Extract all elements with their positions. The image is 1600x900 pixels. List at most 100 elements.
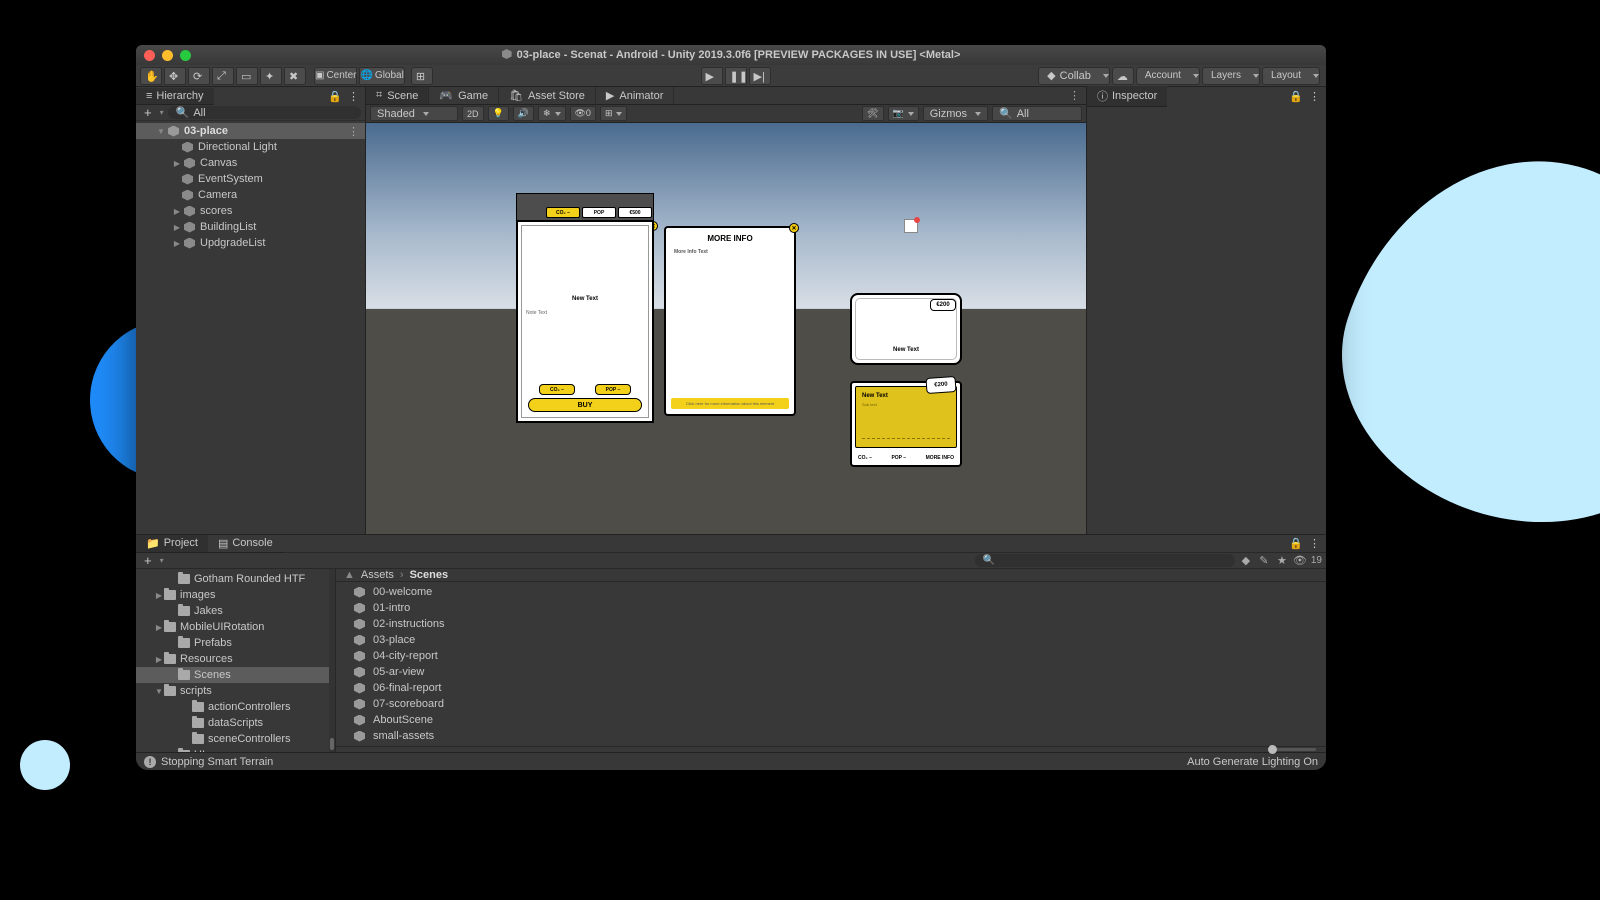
rotate-tool[interactable]: ⟳ <box>188 67 210 85</box>
tab-scene[interactable]: ⌗Scene <box>366 87 429 104</box>
tab-project[interactable]: 📁Project <box>136 535 208 553</box>
hierarchy-tab[interactable]: ≡Hierarchy <box>136 88 214 105</box>
project-search[interactable]: 🔍 <box>975 554 1235 567</box>
account-dropdown[interactable]: Account <box>1136 67 1200 85</box>
panel-menu-icon[interactable]: ⋮ <box>1309 537 1320 550</box>
hierarchy-item[interactable]: ▶UpdgradeList <box>136 235 365 251</box>
scene-root[interactable]: ▼ 03-place ⋮ <box>136 123 365 139</box>
asset-row[interactable]: 02-instructions <box>336 616 1326 632</box>
collab-dropdown[interactable]: ◆Collab <box>1038 67 1110 85</box>
folder-row[interactable]: ▶images <box>136 587 335 603</box>
scene-search[interactable]: 🔍All <box>992 106 1082 121</box>
toggle-audio-icon[interactable]: 🔊 <box>513 106 534 121</box>
panel-menu-icon[interactable]: ⋮ <box>1309 90 1320 103</box>
tab-game[interactable]: 🎮Game <box>429 87 499 104</box>
transform-tool[interactable]: ✦ <box>260 67 282 85</box>
step-button[interactable]: ▶| <box>749 67 771 85</box>
hierarchy-item[interactable]: ▶scores <box>136 203 365 219</box>
hierarchy-item[interactable]: EventSystem <box>136 171 365 187</box>
close-badge-icon[interactable]: ✕ <box>789 223 799 233</box>
layout-dropdown[interactable]: Layout <box>1262 67 1320 85</box>
scale-tool[interactable]: ⤢ <box>212 67 234 85</box>
hand-tool[interactable]: ✋ <box>140 67 162 85</box>
asset-row[interactable]: 01-intro <box>336 600 1326 616</box>
camera-gizmo-icon[interactable] <box>904 219 918 233</box>
hierarchy-search[interactable]: 🔍All <box>168 106 361 119</box>
folder-row[interactable]: Gotham Rounded HTF <box>136 571 335 587</box>
hierarchy-tree[interactable]: ▼ 03-place ⋮ Directional Light ▶Canvas E… <box>136 121 365 534</box>
cloud-button[interactable]: ☁ <box>1112 67 1134 85</box>
breadcrumb[interactable]: ▲ Assets › Scenes <box>336 569 1326 582</box>
warning-icon[interactable]: ! <box>144 756 156 768</box>
shop-tab[interactable]: €500 <box>618 207 652 218</box>
hierarchy-item[interactable]: ▶BuildingList <box>136 219 365 235</box>
inspector-tab[interactable]: ⓘInspector <box>1087 86 1167 107</box>
rect-tool[interactable]: ▭ <box>236 67 258 85</box>
info-bar[interactable]: Click here for more information about th… <box>671 398 789 409</box>
lock-icon[interactable]: 🔒 <box>328 90 342 103</box>
folder-row[interactable]: sceneControllers <box>136 731 335 747</box>
crumb-leaf[interactable]: Scenes <box>410 569 449 581</box>
folder-row[interactable]: Prefabs <box>136 635 335 651</box>
draw-mode-dropdown[interactable]: Shaded <box>370 106 458 121</box>
add-button[interactable]: + <box>140 553 156 568</box>
gizmos-dropdown[interactable]: Gizmos <box>923 106 988 121</box>
stat-chip[interactable]: POP – <box>595 384 631 395</box>
pause-button[interactable]: ❚❚ <box>725 67 747 85</box>
tab-asset-store[interactable]: 🛍Asset Store <box>499 87 596 104</box>
shop-tab[interactable]: CO₂ – <box>546 207 580 218</box>
crumb-root[interactable]: Assets <box>361 569 394 581</box>
toggle-visibility-icon[interactable]: 👁0 <box>570 106 596 121</box>
hierarchy-item[interactable]: ▶Canvas <box>136 155 365 171</box>
asset-row[interactable]: 05-ar-view <box>336 664 1326 680</box>
canvas-more-info-panel[interactable]: ✕ MORE INFO More Info Text Click here fo… <box>664 226 796 416</box>
asset-row[interactable]: 00-welcome <box>336 584 1326 600</box>
project-folder-tree[interactable]: Gotham Rounded HTF ▶images Jakes ▶Mobile… <box>136 569 336 752</box>
snap-button[interactable]: ⊞ <box>411 67 433 85</box>
asset-row[interactable]: AboutScene <box>336 712 1326 728</box>
folder-row[interactable]: actionControllers <box>136 699 335 715</box>
custom-tool[interactable]: ✖ <box>284 67 306 85</box>
tab-console[interactable]: ▤Console <box>208 535 283 553</box>
stat-chip[interactable]: CO₂ – <box>539 384 575 395</box>
canvas-card-white[interactable]: €200 New Text <box>850 293 962 365</box>
filter-label-icon[interactable]: ✎ <box>1257 554 1271 567</box>
asset-row[interactable]: 04-city-report <box>336 648 1326 664</box>
folder-row[interactable]: ▶MobileUIRotation <box>136 619 335 635</box>
camera-icon[interactable]: 📷 <box>888 106 919 121</box>
asset-row[interactable]: 03-place <box>336 632 1326 648</box>
scene-viewport[interactable]: CO₂ – POP €500 ✕ New Text Note Text CO₂ … <box>366 123 1086 534</box>
hierarchy-item[interactable]: Directional Light <box>136 139 365 155</box>
zoom-slider[interactable] <box>1268 748 1316 751</box>
folder-row[interactable]: ▶Resources <box>136 651 335 667</box>
folder-row[interactable]: UI <box>136 747 335 752</box>
hidden-icon[interactable]: 👁 <box>1293 554 1307 567</box>
asset-row[interactable]: 06-final-report <box>336 680 1326 696</box>
pivot-center-button[interactable]: ▣Center <box>314 67 357 85</box>
lock-icon[interactable]: 🔒 <box>1289 90 1303 103</box>
folder-row[interactable]: Jakes <box>136 603 335 619</box>
buy-button[interactable]: BUY <box>528 398 642 412</box>
asset-row[interactable]: small-assets <box>336 728 1326 744</box>
tab-animator[interactable]: ▶Animator <box>596 87 675 104</box>
add-button[interactable]: + <box>140 105 156 120</box>
tools-icon[interactable]: 🛠 <box>862 106 883 121</box>
move-tool[interactable]: ✥ <box>164 67 186 85</box>
toggle-2d[interactable]: 2D <box>462 106 484 121</box>
asset-row[interactable]: 07-scoreboard <box>336 696 1326 712</box>
folder-row[interactable]: ▼scripts <box>136 683 335 699</box>
shop-tab[interactable]: POP <box>582 207 616 218</box>
hierarchy-item[interactable]: Camera <box>136 187 365 203</box>
asset-list[interactable]: 00-welcome 01-intro 02-instructions 03-p… <box>336 582 1326 746</box>
folder-row-selected[interactable]: Scenes <box>136 667 335 683</box>
filter-type-icon[interactable]: ◆ <box>1239 554 1253 567</box>
toggle-grid-icon[interactable]: ⊞ <box>600 106 628 121</box>
canvas-card-yellow[interactable]: New Text Sub text €200 CO₂ – POP – MORE … <box>850 381 962 467</box>
toggle-lighting-icon[interactable]: 💡 <box>488 106 509 121</box>
pivot-global-button[interactable]: 🌐Global <box>359 67 404 85</box>
play-button[interactable]: ▶ <box>701 67 723 85</box>
lock-icon[interactable]: 🔒 <box>1289 537 1303 550</box>
scene-menu-icon[interactable]: ⋮ <box>348 125 365 138</box>
layers-dropdown[interactable]: Layers <box>1202 67 1260 85</box>
scrollbar[interactable] <box>329 569 335 752</box>
